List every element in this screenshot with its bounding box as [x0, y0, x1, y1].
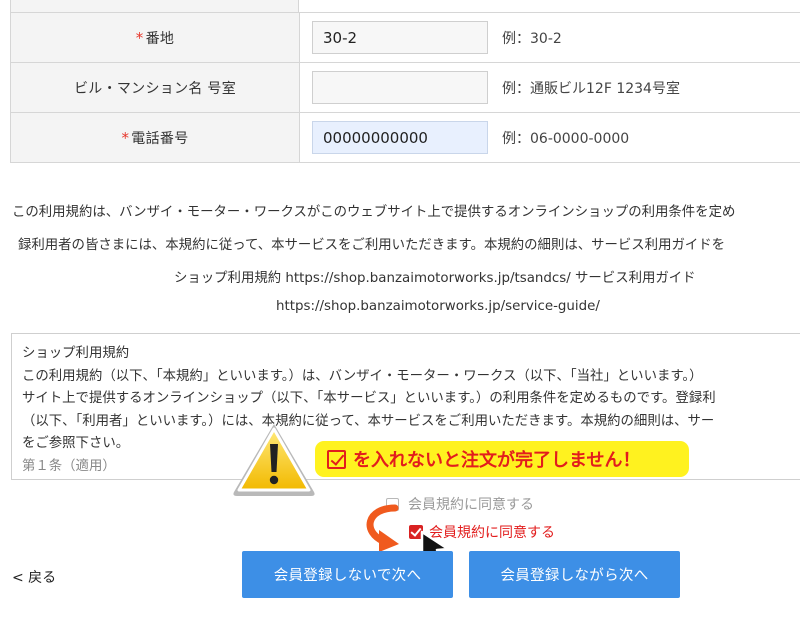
form-row-phone: * 電話番号 例：06-0000-0000 — [10, 113, 800, 163]
terms-box-line: サイト上で提供するオンラインショップ（以下、「本サービス」といいます。）の利用条… — [22, 391, 716, 406]
back-link[interactable]: < 戻る — [12, 567, 56, 587]
form-row-banchi: * 番地 例：30-2 — [10, 13, 800, 63]
address-form-table: * 番地 例：30-2 ビル・マンション名 号室 例：通販ビル12F 1234号… — [10, 12, 800, 163]
terms-intro-line: この利用規約は、バンザイ・モーター・ワークスがこのウェブサイト上で提供するオンラ… — [12, 205, 736, 220]
form-table-top-edge — [10, 0, 800, 12]
check-box-icon — [327, 449, 346, 469]
form-row-building: ビル・マンション名 号室 例：通販ビル12F 1234号室 — [10, 63, 800, 113]
curved-arrow-icon — [366, 504, 399, 552]
register-and-continue-button[interactable]: 会員登録しながら次へ — [469, 551, 680, 598]
terms-box-line: （以下、「利用者」といいます。）には、本規約に従って、本サービスをご利用いただき… — [22, 413, 715, 429]
warning-callout-text: を入れないと注文が完了しません！ — [353, 450, 641, 471]
banchi-example: 例：30-2 — [502, 30, 562, 47]
building-input[interactable] — [312, 71, 488, 104]
required-mark: * — [121, 128, 130, 147]
banchi-input[interactable] — [312, 21, 488, 54]
banchi-label: * 番地 — [11, 13, 300, 62]
terms-intro-line: 録利用者の皆さまには、本規約に従って、本サービスをご利用いただきます。本規約の細… — [18, 238, 726, 253]
service-guide-link[interactable]: https://shop.banzaimotorworks.jp/service… — [276, 299, 600, 314]
required-mark: * — [135, 28, 144, 47]
terms-links-line[interactable]: ショップ利用規約 https://shop.banzaimotorworks.j… — [174, 266, 696, 286]
phone-label: * 電話番号 — [11, 113, 300, 162]
terms-box-line: ショップ利用規約 — [22, 346, 130, 361]
building-label: ビル・マンション名 号室 — [11, 63, 300, 112]
phone-example: 例：06-0000-0000 — [502, 130, 630, 147]
building-example: 例：通販ビル12F 1234号室 — [502, 80, 680, 97]
continue-without-registering-button[interactable]: 会員登録しないで次へ — [242, 551, 453, 598]
warning-callout: を入れないと注文が完了しません！ — [315, 441, 689, 477]
warning-icon — [233, 424, 315, 496]
agree-label: 会員規約に同意する — [408, 497, 534, 513]
phone-input[interactable] — [312, 121, 488, 154]
terms-box-line: この利用規約（以下、「本規約」といいます。）は、バンザイ・モーター・ワークス（以… — [22, 368, 703, 384]
